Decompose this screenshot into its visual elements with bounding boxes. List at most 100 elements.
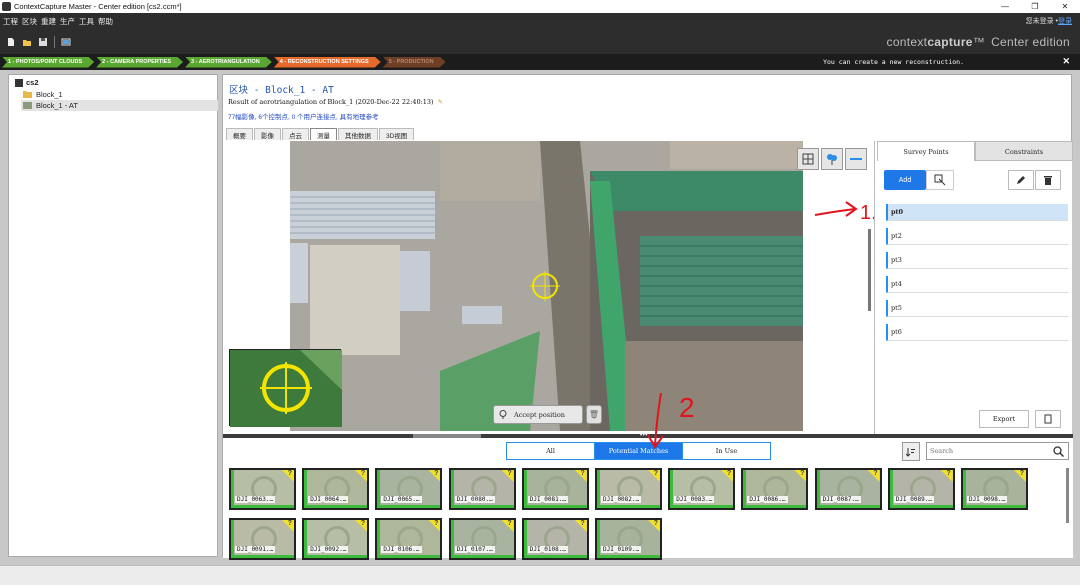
thumbnail-status-bar xyxy=(670,505,734,508)
photo-thumbnail[interactable]: ? DJI_0080.… xyxy=(448,468,516,510)
filter-all[interactable]: All xyxy=(507,443,595,459)
unknown-match-icon: ? xyxy=(648,470,660,482)
tree-root[interactable]: cs2 xyxy=(15,78,39,87)
tab-other-data[interactable]: 其他数据 xyxy=(338,128,378,140)
photo-thumbnail[interactable]: ? DJI_0082.… xyxy=(595,468,662,510)
photo-thumbnail[interactable]: ? DJI_0065.… xyxy=(375,468,443,510)
unknown-match-icon: ? xyxy=(574,470,587,482)
menu-reconstruction[interactable]: 重建 xyxy=(41,16,56,27)
viewer-scrollbar[interactable] xyxy=(868,229,871,311)
tab-point-clouds[interactable]: 点云 xyxy=(282,128,309,140)
thumbnail-label: DJI_0091.… xyxy=(235,546,276,553)
login-link[interactable]: 登录 xyxy=(1058,18,1072,25)
photo-thumbnail[interactable]: ? DJI_0087.… xyxy=(814,468,882,510)
aerial-photo[interactable] xyxy=(290,141,803,431)
photo-thumbnail[interactable]: ? DJI_0089.… xyxy=(887,468,955,510)
fit-icon xyxy=(802,153,814,165)
photo-thumbnail[interactable]: ? DJI_0081.… xyxy=(521,468,589,510)
survey-point-item[interactable]: pt5 xyxy=(886,300,1068,317)
search-icon[interactable] xyxy=(1053,446,1064,457)
tab-survey-points[interactable]: Survey Points xyxy=(877,141,975,161)
thumbnail-label: DJI_0109.… xyxy=(601,546,642,553)
step-production[interactable]: 5 - PRODUCTION xyxy=(383,57,446,68)
thumbnail-label: DJI_0089.… xyxy=(893,496,934,503)
tab-general[interactable]: 概要 xyxy=(226,128,253,140)
photo-thumbnail[interactable]: ? DJI_0063.… xyxy=(229,468,296,510)
thumbnail-status-bar xyxy=(963,505,1026,508)
close-steps-icon[interactable]: ✕ xyxy=(1062,56,1070,67)
survey-point-item[interactable]: pt2 xyxy=(886,228,1068,245)
step-aerotriangulation[interactable]: 3 - AEROTRIANGULATION xyxy=(185,57,272,68)
accept-position-button[interactable]: Accept position xyxy=(493,405,583,424)
menu-tools[interactable]: 工具 xyxy=(79,16,94,27)
photo-thumbnail[interactable]: ? DJI_0106.… xyxy=(375,518,443,560)
new-file-icon[interactable] xyxy=(6,37,16,47)
photo-thumbnail[interactable]: ? DJI_0091.… xyxy=(229,518,296,560)
thumbnail-status-bar xyxy=(377,520,381,558)
photo-thumbnail[interactable]: ? DJI_0083.… xyxy=(668,468,736,510)
survey-point-item[interactable]: pt4 xyxy=(886,276,1068,293)
edit-point-button[interactable] xyxy=(1008,170,1034,190)
brand-light: context xyxy=(886,34,928,49)
tab-3d-view[interactable]: 3D视图 xyxy=(379,128,415,140)
step-reconstruction-settings[interactable]: 4 - RECONSTRUCTION SETTINGS xyxy=(274,57,381,68)
add-survey-point-button[interactable]: Add xyxy=(884,170,926,190)
window-title: ContextCapture Master - Center edition [… xyxy=(14,2,182,11)
image-viewer-icon[interactable] xyxy=(61,37,71,47)
thumbnail-scrollbar[interactable] xyxy=(1066,468,1069,523)
edit-pencil-icon[interactable]: ✎ xyxy=(438,98,443,106)
unknown-match-icon: ? xyxy=(501,470,514,482)
point-marker-button[interactable] xyxy=(821,148,843,170)
tab-constraints[interactable]: Constraints xyxy=(975,141,1073,161)
unknown-match-icon: ? xyxy=(428,470,441,482)
thumbnail-label: DJI_0083.… xyxy=(674,496,715,503)
thumbnail-status-bar xyxy=(889,505,953,508)
delete-measure-button[interactable]: 🗑 xyxy=(586,405,602,424)
tab-photos[interactable]: 影像 xyxy=(254,128,281,140)
import-points-button[interactable] xyxy=(926,170,954,190)
menu-production[interactable]: 生产 xyxy=(60,16,75,27)
restore-button[interactable]: ❐ xyxy=(1020,2,1050,11)
photo-viewer: Accept position 🗑 xyxy=(223,141,873,436)
photo-thumbnail[interactable]: ? DJI_0098.… xyxy=(961,468,1028,510)
minimize-button[interactable]: — xyxy=(990,2,1020,11)
measure-tool-button[interactable] xyxy=(845,148,867,170)
survey-point-item[interactable]: pt3 xyxy=(886,252,1068,269)
open-folder-icon[interactable] xyxy=(22,37,32,47)
menu-block[interactable]: 区块 xyxy=(22,16,37,27)
thumbnail-status-bar xyxy=(231,505,294,508)
unknown-match-icon: ? xyxy=(648,520,660,532)
thumbnail-label: DJI_0080.… xyxy=(454,496,495,503)
copy-button[interactable] xyxy=(1035,410,1061,428)
tab-surveys[interactable]: 测量 xyxy=(310,128,337,140)
thumbnail-label: DJI_0081.… xyxy=(527,496,568,503)
photo-thumbnail[interactable]: ? DJI_0109.… xyxy=(595,518,662,560)
photo-thumbnail[interactable]: ? DJI_0107.… xyxy=(448,518,516,560)
thumbnail-status-bar xyxy=(377,555,441,558)
delete-point-button[interactable] xyxy=(1035,170,1061,190)
photo-thumbnail[interactable]: ? DJI_0064.… xyxy=(302,468,370,510)
folder-icon xyxy=(23,91,32,98)
menu-project[interactable]: 工程 xyxy=(3,16,18,27)
survey-point-item[interactable]: pt6 xyxy=(886,324,1068,341)
tree-item-block[interactable]: Block_1 xyxy=(21,89,218,100)
menu-help[interactable]: 帮助 xyxy=(98,16,113,27)
thumbnail-label: DJI_0108.… xyxy=(527,546,568,553)
thumbnail-label: DJI_0064.… xyxy=(308,496,349,503)
sort-icon xyxy=(906,447,915,457)
step-photos[interactable]: 1 - PHOTOS/POINT CLOUDS xyxy=(2,57,94,68)
survey-point-item[interactable]: pt0 xyxy=(886,204,1068,221)
photo-thumbnail[interactable]: ? DJI_0092.… xyxy=(302,518,370,560)
fit-view-button[interactable] xyxy=(797,148,819,170)
save-icon[interactable] xyxy=(38,37,48,47)
photo-thumbnail[interactable]: ? DJI_0108.… xyxy=(521,518,589,560)
menu-bar: 工程 区块 重建 生产 工具 帮助 您未登录 •登录 xyxy=(0,13,1080,29)
tree-item-block-at[interactable]: Block_1 - AT xyxy=(21,100,218,111)
close-window-button[interactable]: ✕ xyxy=(1050,2,1080,11)
photo-thumbnail[interactable]: ? DJI_0086.… xyxy=(741,468,809,510)
search-input[interactable] xyxy=(927,443,1047,459)
thumbnail-status-bar xyxy=(450,470,454,508)
sort-button[interactable] xyxy=(902,442,920,461)
export-button[interactable]: Export xyxy=(979,410,1029,428)
step-camera-properties[interactable]: 2 - CAMERA PROPERTIES xyxy=(96,57,183,68)
